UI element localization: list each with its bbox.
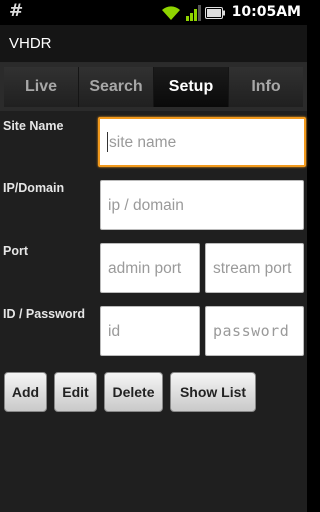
site-name-label: Site Name (3, 119, 64, 133)
password-input[interactable]: password (205, 306, 304, 356)
delete-button[interactable]: Delete (104, 372, 163, 412)
status-bar: # 10:05AM (0, 0, 307, 25)
admin-port-input[interactable]: admin port (100, 243, 200, 293)
tab-bar: Live Search Setup Info (0, 63, 307, 111)
id-input[interactable]: id (100, 306, 200, 356)
app-title: VHDR (9, 35, 52, 52)
stream-port-input[interactable]: stream port (205, 243, 304, 293)
tab-search[interactable]: Search (79, 67, 154, 107)
setup-form: Site Name site name IP/Domain ip / domai… (0, 111, 307, 512)
signal-icon (186, 4, 201, 21)
ip-domain-label: IP/Domain (3, 181, 65, 195)
port-label: Port (3, 244, 28, 258)
battery-icon (205, 6, 225, 19)
wifi-icon (162, 5, 180, 20)
app-title-bar: VHDR (0, 25, 307, 63)
show-list-button[interactable]: Show List (170, 372, 256, 412)
tab-setup[interactable]: Setup (154, 67, 229, 107)
tab-info[interactable]: Info (229, 67, 303, 107)
ip-domain-input[interactable]: ip / domain (100, 180, 304, 230)
add-button[interactable]: Add (4, 372, 47, 412)
site-name-input[interactable]: site name (98, 117, 306, 167)
edit-button[interactable]: Edit (54, 372, 97, 412)
tab-live[interactable]: Live (4, 67, 79, 107)
text-cursor (107, 132, 108, 152)
notification-icon: # (9, 1, 24, 21)
clock: 10:05AM (231, 4, 301, 20)
id-password-label: ID / Password (3, 307, 85, 321)
